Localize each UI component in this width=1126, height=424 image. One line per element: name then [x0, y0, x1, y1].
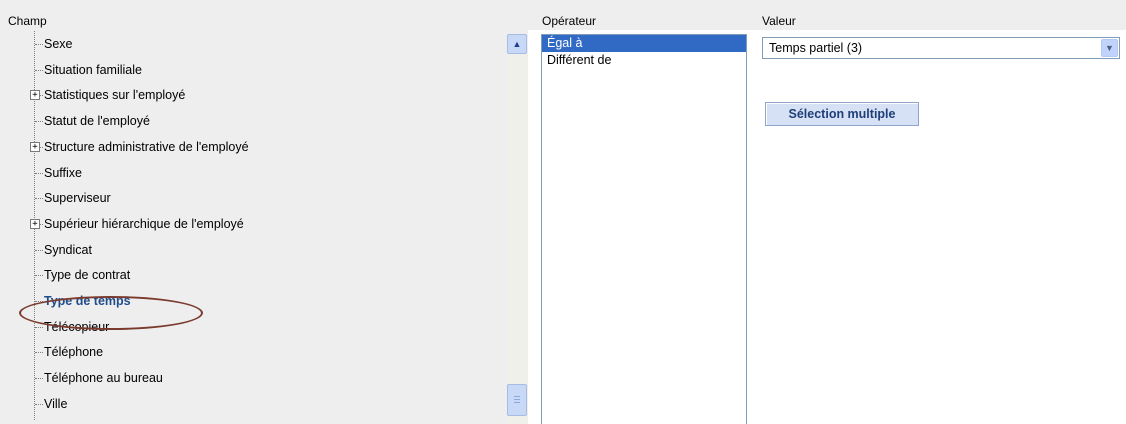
tree-branch-line [35, 352, 43, 354]
tree-item-label: Supérieur hiérarchique de l'employé [44, 216, 244, 231]
tree-item-label: Statut de l'employé [44, 114, 150, 129]
tree-branch-line [35, 69, 43, 71]
annotation-circle [19, 296, 203, 330]
expand-plus-icon[interactable]: + [30, 90, 40, 101]
tree-branch-line [35, 44, 43, 45]
tree-item-label: Type de contrat [44, 268, 131, 283]
expand-plus-icon[interactable]: + [30, 218, 40, 229]
chevron-down-icon[interactable]: ▼ [1101, 39, 1118, 57]
tree-branch-line [35, 275, 43, 277]
tree-branch-line [35, 172, 43, 174]
tree-item-label: Situation familiale [44, 62, 142, 77]
operateur-header-label: Opérateur [542, 14, 597, 28]
scroll-up-arrow-icon[interactable]: ▲ [507, 34, 527, 54]
scroll-thumb[interactable] [507, 384, 527, 416]
tree-branch-line [35, 378, 43, 380]
operator-list[interactable]: Égal à Différent de [541, 34, 747, 424]
tree-item-label: Syndicat [44, 242, 92, 257]
tree-branch-line [35, 249, 43, 251]
expand-plus-icon[interactable]: + [30, 141, 40, 152]
operator-option[interactable]: Différent de [542, 52, 746, 69]
tree-branch-line [35, 121, 43, 123]
value-select-text: Temps partiel (3) [769, 41, 863, 55]
scroll-grip-line [514, 399, 520, 400]
operateur-header: Opérateur [528, 0, 755, 30]
field-tree: Sexe Situation familiale + Statistiques sur… [0, 30, 528, 424]
valeur-header: Valeur [755, 0, 1126, 30]
tree-item-label: Statistiques sur l'employé [44, 88, 186, 103]
tree-item-label: Suffixe [44, 165, 82, 180]
scroll-grip-line [514, 396, 520, 397]
tree-item-label: Téléphone au bureau [44, 371, 163, 386]
tree-branch-line [35, 403, 43, 405]
operator-option[interactable]: Égal à [542, 35, 746, 52]
tree-item-label: Téléphone [44, 345, 104, 360]
valeur-header-label: Valeur [762, 14, 796, 28]
tree-scrollbar[interactable]: ▲ [507, 34, 527, 424]
scroll-grip-line [514, 402, 520, 403]
tree-branch-line [35, 198, 43, 200]
tree-item-label: Structure administrative de l'employé [44, 139, 249, 154]
tree-item-label: Sexe [44, 37, 73, 51]
champ-header-label: Champ [8, 14, 47, 28]
tree-item-label: Ville [44, 396, 68, 411]
tree-item-label: Superviseur [44, 191, 111, 206]
tree-branch-line [35, 326, 43, 328]
value-select[interactable]: Temps partiel (3) ▼ [762, 37, 1120, 59]
field-tree-panel: Sexe Situation familiale + Statistiques sur… [0, 30, 528, 424]
champ-header: Champ [0, 0, 528, 30]
multiple-selection-button[interactable]: Sélection multiple [765, 102, 919, 126]
